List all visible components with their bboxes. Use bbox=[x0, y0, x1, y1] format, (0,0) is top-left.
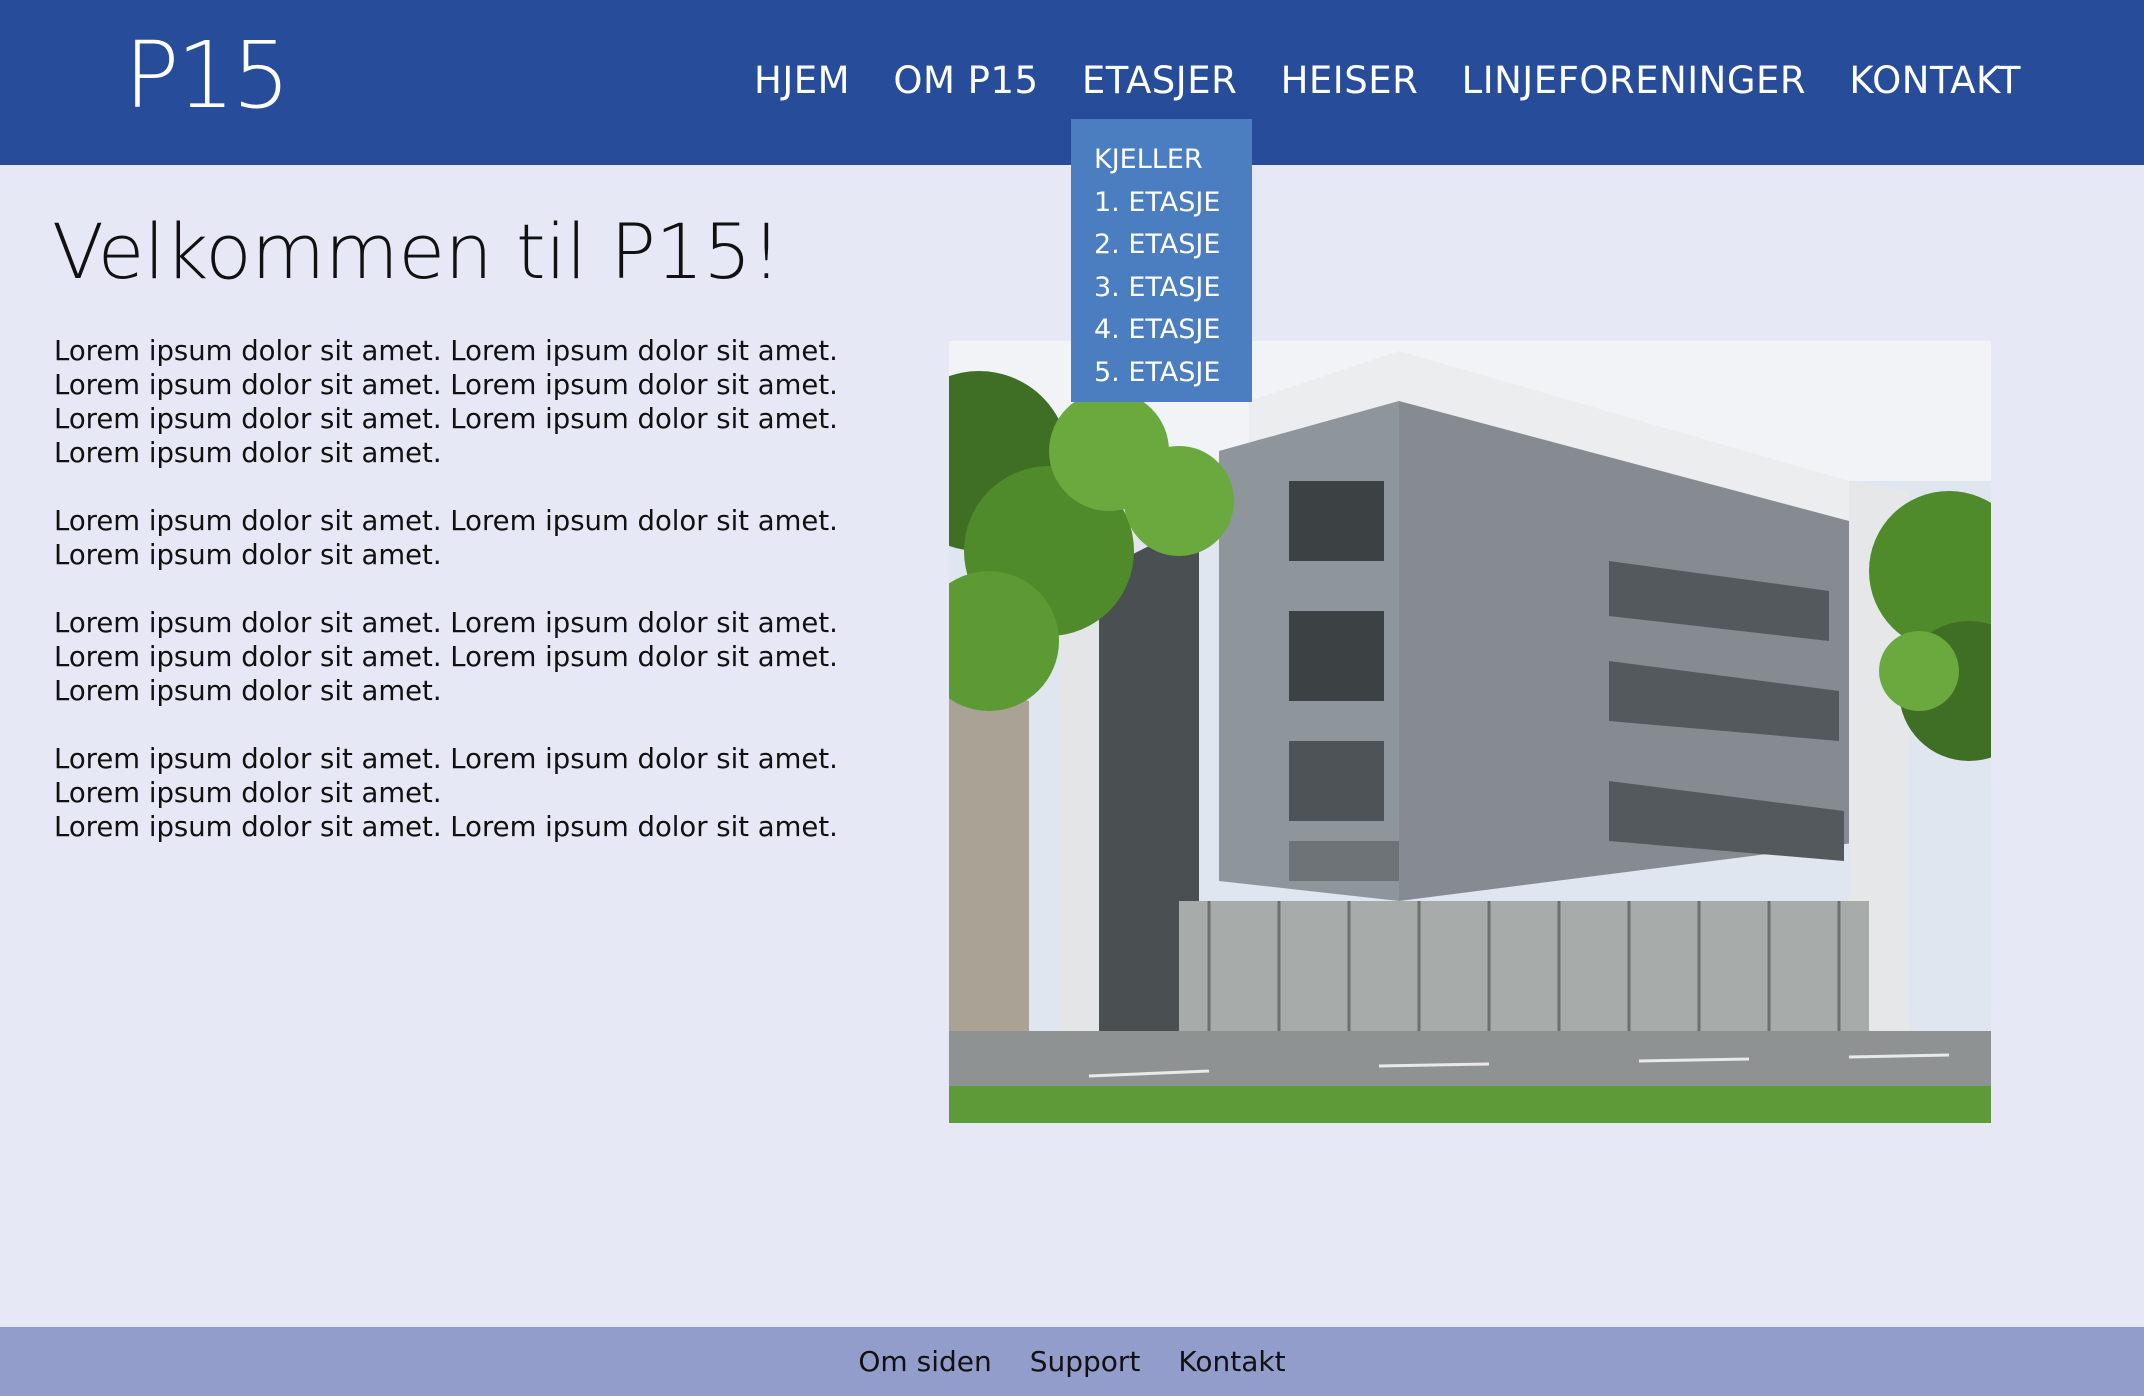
footer-link-support[interactable]: Support bbox=[1030, 1347, 1141, 1376]
main-content: Lorem ipsum dolor sit amet. Lorem ipsum … bbox=[54, 334, 914, 844]
nav-item-linjeforeninger[interactable]: LINJEFORENINGER bbox=[1462, 58, 1807, 104]
paragraph: Lorem ipsum dolor sit amet. Lorem ipsum … bbox=[54, 743, 838, 809]
footer-link-om-siden[interactable]: Om siden bbox=[858, 1347, 991, 1376]
paragraph: Lorem ipsum dolor sit amet. Lorem ipsum … bbox=[54, 335, 838, 469]
nav-item-etasjer[interactable]: ETASJER bbox=[1082, 58, 1237, 104]
nav-item-kontakt[interactable]: KONTAKT bbox=[1849, 58, 2021, 104]
dropdown-item-5-etasje[interactable]: 5. ETASJE bbox=[1094, 352, 1252, 395]
paragraph: Lorem ipsum dolor sit amet. Lorem ipsum … bbox=[54, 811, 838, 843]
footer-link-kontakt[interactable]: Kontakt bbox=[1178, 1347, 1285, 1376]
nav-item-heiser[interactable]: HEISER bbox=[1281, 58, 1419, 104]
dropdown-item-4-etasje[interactable]: 4. ETASJE bbox=[1094, 309, 1252, 352]
dropdown-item-3-etasje[interactable]: 3. ETASJE bbox=[1094, 267, 1252, 310]
site-logo[interactable]: P15 bbox=[124, 30, 291, 122]
dropdown-item-kjeller[interactable]: KJELLER bbox=[1094, 139, 1252, 182]
page-title: Velkommen til P15! bbox=[52, 207, 782, 296]
building-photo bbox=[949, 341, 1991, 1123]
dropdown-item-2-etasje[interactable]: 2. ETASJE bbox=[1094, 224, 1252, 267]
etasjer-dropdown: KJELLER 1. ETASJE 2. ETASJE 3. ETASJE 4.… bbox=[1071, 119, 1252, 402]
dropdown-item-1-etasje[interactable]: 1. ETASJE bbox=[1094, 182, 1252, 225]
main-nav: HJEM OM P15 ETASJER HEISER LINJEFORENING… bbox=[754, 58, 2021, 104]
paragraph: Lorem ipsum dolor sit amet. Lorem ipsum … bbox=[54, 505, 838, 571]
nav-item-om-p15[interactable]: OM P15 bbox=[893, 58, 1038, 104]
nav-item-hjem[interactable]: HJEM bbox=[754, 58, 850, 104]
paragraph: Lorem ipsum dolor sit amet. Lorem ipsum … bbox=[54, 607, 838, 707]
site-footer: Om siden Support Kontakt bbox=[0, 1327, 2144, 1396]
